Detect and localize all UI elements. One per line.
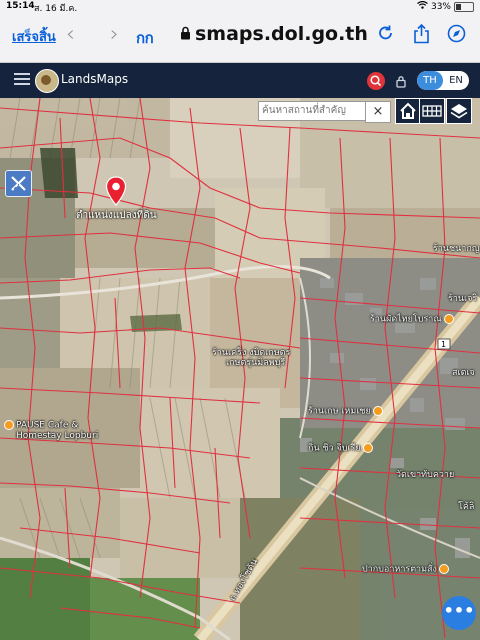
lang-th-button[interactable]: TH (417, 71, 443, 90)
wifi-icon (417, 0, 428, 12)
done-button[interactable]: เสร็จสิ้น (12, 26, 56, 47)
status-date: ส. 16 มี.ค. (34, 4, 78, 14)
forward-arrow-icon[interactable]: › (110, 22, 119, 47)
layers-icon[interactable] (446, 98, 472, 124)
home-icon[interactable] (395, 98, 421, 124)
poi-edge-2[interactable]: สเตเจ (452, 368, 475, 378)
hamburger-menu-icon[interactable] (14, 73, 30, 88)
poi-temple[interactable]: วัดเขาทับควาย (396, 470, 454, 480)
pin-label: ตำแหน่งแปลงที่ดิน (76, 210, 157, 221)
restaurant-marker-icon (443, 314, 454, 324)
poi-shop-2[interactable]: ร้านเกษ เหมเชย (308, 406, 385, 417)
status-right: 33% (417, 0, 474, 12)
compass-icon[interactable] (447, 24, 466, 47)
status-bar: 15:14 ส. 16 มี.ค. 33% (0, 0, 480, 14)
poi-edge-1[interactable]: โค้ลิ (458, 502, 474, 512)
search-icon[interactable] (367, 72, 385, 90)
measure-tool-icon[interactable] (5, 170, 32, 197)
app-title: LandsMaps (61, 72, 129, 86)
restaurant-marker-icon (438, 564, 449, 574)
app-header: LandsMaps TH EN (0, 63, 480, 98)
poi-food-shop[interactable]: ปากบอาหารตามสั่ง (362, 564, 451, 575)
svg-text:1: 1 (441, 340, 446, 349)
url-text: smaps.dol.go.th (195, 23, 368, 45)
browser-toolbar: เสร็จสิ้น ‹ › กก smaps.dol.go.th (0, 14, 480, 63)
clear-search-button[interactable]: × (365, 101, 391, 123)
restaurant-marker-icon (4, 420, 14, 430)
grid-icon[interactable] (419, 98, 445, 124)
satellite-imagery: 1 (0, 98, 480, 640)
poi-edge-3[interactable]: ร้านเจริ (448, 294, 477, 304)
share-icon[interactable] (413, 23, 430, 48)
location-pin-icon[interactable] (105, 176, 127, 210)
poi-farm-shop[interactable]: ร้านเคร็ง งบิดเกษตร เกษตรุ่นมิลพบุรี (212, 348, 290, 368)
map-view[interactable]: 1 ค้นหาสถานที่สำคัญ × ตำแหน่งแปลงที่ดิน … (0, 98, 480, 640)
poi-shop-1[interactable]: ร้านชนากญ (433, 244, 479, 254)
poi-kin-chill[interactable]: กิน ชิว จิบเรีย (308, 443, 375, 454)
language-toggle[interactable]: TH EN (417, 71, 469, 90)
battery-percent: 33% (430, 1, 451, 12)
landsmaps-logo (35, 69, 59, 93)
reload-icon[interactable] (378, 24, 394, 46)
lock-icon[interactable] (396, 73, 406, 92)
more-options-button[interactable]: ••• (442, 596, 476, 630)
poi-pause-cafe[interactable]: PAUSE Cafe & Homestay Lopburi (4, 420, 98, 441)
place-search-input[interactable]: ค้นหาสถานที่สำคัญ (258, 101, 368, 121)
poi-padthai[interactable]: ร้านผัดไทยโบราณ (370, 314, 456, 325)
lock-icon (180, 23, 191, 45)
lang-en-button[interactable]: EN (443, 71, 469, 90)
text-size-button[interactable]: กก (136, 26, 154, 50)
address-bar[interactable]: smaps.dol.go.th (180, 23, 368, 45)
battery-icon (454, 1, 474, 12)
back-arrow-icon[interactable]: ‹ (66, 22, 75, 47)
restaurant-marker-icon (362, 443, 373, 453)
restaurant-marker-icon (372, 406, 383, 416)
status-time: 15:14 (6, 1, 35, 11)
